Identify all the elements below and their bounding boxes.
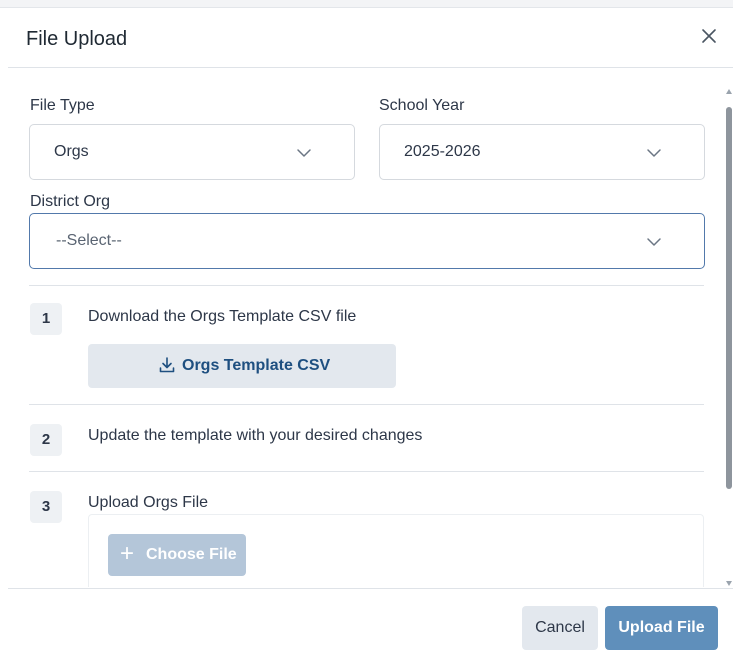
file-type-select[interactable]: Orgs (29, 124, 355, 180)
scroll-up-arrow-icon[interactable] (726, 89, 732, 94)
step-number-3: 3 (30, 491, 62, 523)
choose-file-label: Choose File (146, 546, 237, 563)
school-year-label: School Year (379, 97, 465, 114)
dialog-header: File Upload (8, 8, 733, 68)
upload-file-button[interactable]: Upload File (605, 606, 718, 650)
district-org-label: District Org (30, 193, 110, 210)
dialog-body: File Type Orgs School Year 2025-2026 Dis… (8, 69, 733, 587)
dialog-footer: Cancel Upload File (8, 588, 733, 660)
scrollbar-thumb[interactable] (726, 107, 732, 489)
dialog-title: File Upload (26, 28, 128, 50)
divider (29, 471, 704, 472)
vertical-scrollbar[interactable] (725, 89, 733, 587)
file-upload-dialog: File Upload File Type Orgs School Year 2… (8, 8, 733, 660)
plus-icon: + (120, 540, 135, 567)
chevron-down-icon (296, 145, 312, 161)
download-template-button[interactable]: Orgs Template CSV (88, 344, 396, 388)
close-icon[interactable] (697, 24, 721, 48)
step-text-2: Update the template with your desired ch… (88, 427, 423, 444)
file-type-value: Orgs (54, 143, 89, 160)
district-org-select[interactable]: --Select-- (29, 213, 705, 269)
background-page-strip (0, 0, 733, 8)
divider (29, 285, 704, 286)
choose-file-button[interactable]: + Choose File (108, 534, 246, 576)
file-type-label: File Type (30, 97, 95, 114)
download-icon (158, 356, 176, 374)
file-drop-zone[interactable]: + Choose File (88, 514, 704, 587)
cancel-button[interactable]: Cancel (522, 606, 598, 650)
step-text-1: Download the Orgs Template CSV file (88, 308, 357, 325)
chevron-down-icon (646, 234, 662, 250)
school-year-value: 2025-2026 (404, 143, 481, 160)
scroll-down-arrow-icon[interactable] (726, 581, 732, 586)
district-org-value: --Select-- (56, 232, 122, 249)
chevron-down-icon (646, 145, 662, 161)
download-template-label: Orgs Template CSV (182, 357, 331, 374)
step-number-1: 1 (30, 303, 62, 335)
divider (29, 404, 704, 405)
school-year-select[interactable]: 2025-2026 (379, 124, 705, 180)
step-number-2: 2 (30, 424, 62, 456)
step-text-3: Upload Orgs File (88, 494, 209, 511)
